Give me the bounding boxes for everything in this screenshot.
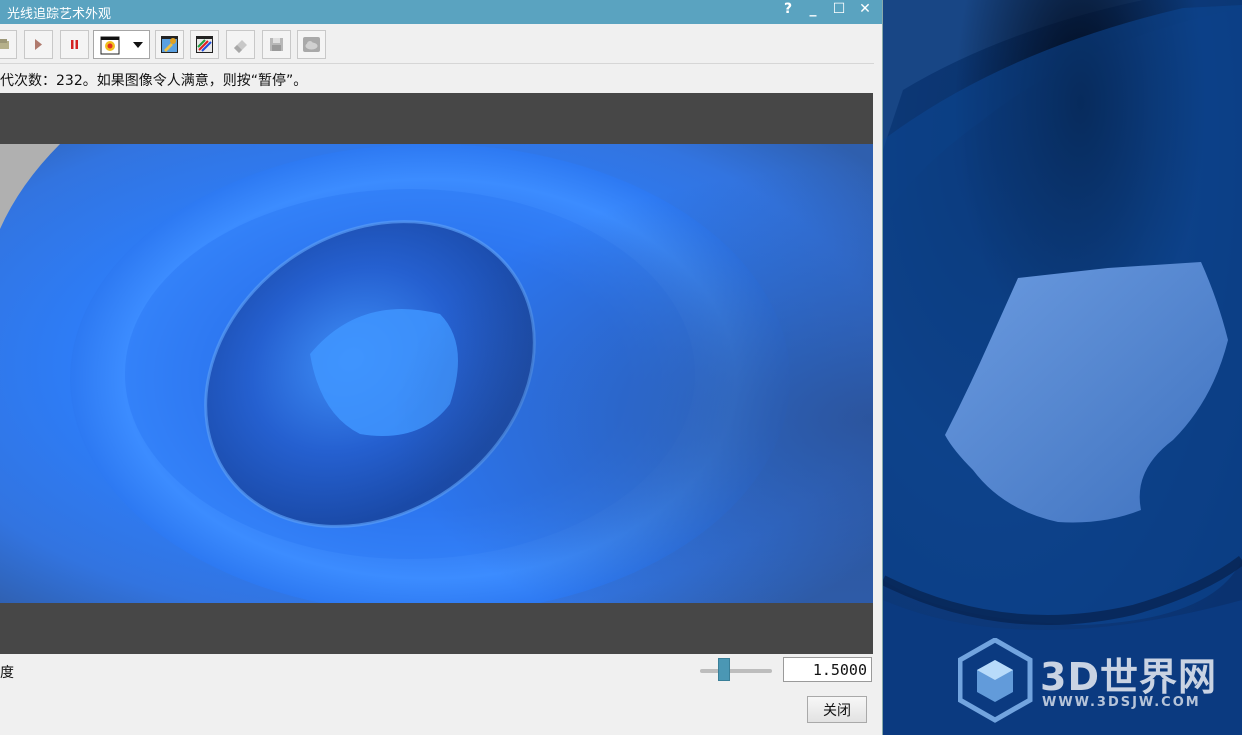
pause-button[interactable] (60, 30, 89, 59)
floppy-disk-icon (270, 38, 283, 51)
preview-render (883, 0, 1242, 735)
minimize-button[interactable]: _ (802, 0, 824, 20)
toolbar-divider (0, 63, 874, 64)
watermark: 3D世界网 WWW.3DSJW.COM (958, 638, 1228, 728)
status-text: 代次数：232。如果图像令人满意，则按“暂停”。 (0, 73, 308, 89)
watermark-text: 3D世界网 (1040, 655, 1217, 699)
render-image (0, 144, 873, 603)
toolbar (0, 26, 874, 62)
title-bar[interactable]: 光线追踪艺术外观 ? _ ☐ ✕ (0, 0, 882, 24)
close-window-button[interactable]: ✕ (854, 0, 876, 20)
help-button[interactable]: ? (777, 0, 799, 20)
color-pencils-icon (196, 36, 213, 53)
3dsjw-logo-icon (958, 638, 1033, 723)
background-button[interactable] (297, 30, 326, 59)
watermark-url: WWW.3DSJW.COM (1042, 695, 1201, 710)
cloud-icon (303, 37, 320, 52)
erase-button[interactable] (226, 30, 255, 59)
save-button[interactable] (262, 30, 291, 59)
brightness-slider-thumb[interactable] (718, 658, 730, 681)
brightness-slider-track[interactable] (700, 669, 772, 673)
eraser-icon (234, 40, 247, 53)
colors-button[interactable] (190, 30, 219, 59)
raytrace-dialog: 光线追踪艺术外观 ? _ ☐ ✕ 代次数：232。如果图像令人满意，则按“暂停”… (0, 0, 883, 735)
bottom-bar: 度 关闭 (0, 655, 882, 735)
settings-button[interactable] (155, 30, 184, 59)
refresh-button[interactable] (0, 30, 17, 59)
close-button[interactable]: 关闭 (807, 696, 867, 723)
brightness-value-input[interactable] (783, 657, 872, 682)
play-button[interactable] (24, 30, 53, 59)
maximize-button[interactable]: ☐ (828, 0, 850, 20)
viewport-preview (883, 0, 1242, 735)
light-bulb-icon (100, 36, 120, 55)
play-icon (35, 39, 42, 50)
render-viewport (0, 93, 873, 654)
window-title: 光线追踪艺术外观 (7, 7, 112, 22)
brightness-label: 度 (0, 665, 14, 681)
chevron-down-icon[interactable] (133, 42, 143, 49)
wrench-icon (161, 36, 178, 53)
pause-icon (71, 40, 78, 49)
render-refresh-icon (0, 39, 9, 49)
light-dropdown-button[interactable] (93, 30, 150, 59)
